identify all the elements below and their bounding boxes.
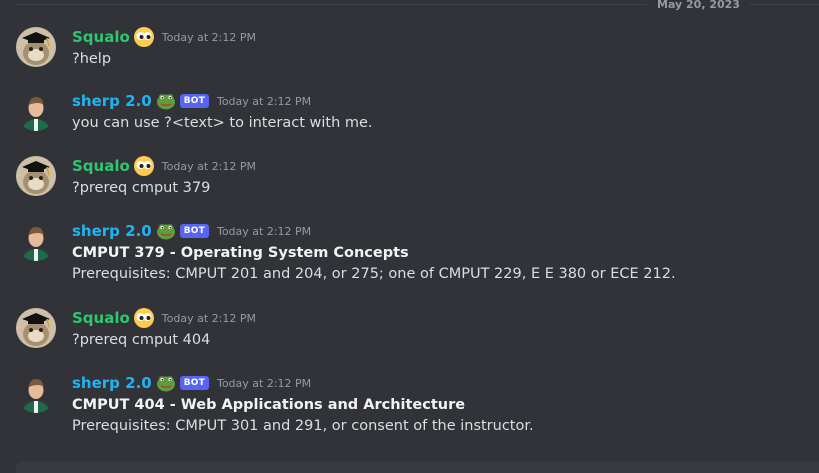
chat-messages: May 20, 2023 Squalo Today at 2:12 PM ?he… (0, 0, 819, 473)
message-text: ?prereq cmput 404 (72, 332, 211, 348)
bot-tag: BOT (179, 94, 209, 108)
course-title: CMPUT 404 - Web Applications and Archite… (72, 397, 466, 413)
username[interactable]: sherp 2.0 (72, 92, 152, 110)
avatar-squalo[interactable] (16, 156, 56, 196)
date-divider: May 20, 2023 (16, 0, 819, 10)
message-content: ?help (72, 49, 111, 70)
message-timestamp[interactable]: Today at 2:12 PM (162, 31, 256, 44)
sherp-avatar-image (16, 373, 56, 413)
date-divider-label: May 20, 2023 (647, 0, 750, 10)
squalo-avatar-image (16, 156, 56, 196)
message-text: ?prereq cmput 379 (72, 180, 211, 196)
googly-eyes-emoji-icon (133, 156, 154, 176)
message-content: you can use ?<text> to interact with me. (72, 113, 373, 134)
message-timestamp[interactable]: Today at 2:12 PM (217, 95, 311, 108)
message-timestamp[interactable]: Today at 2:12 PM (217, 225, 311, 238)
googly-eyes-emoji-icon (133, 27, 154, 47)
googly-eyes-emoji-icon (133, 308, 154, 328)
username[interactable]: sherp 2.0 (72, 374, 152, 392)
course-title: CMPUT 379 - Operating System Concepts (72, 245, 409, 261)
frog-emoji-icon (156, 373, 176, 393)
avatar-sherp[interactable] (16, 373, 56, 413)
avatar-squalo[interactable] (16, 27, 56, 67)
message-timestamp[interactable]: Today at 2:12 PM (162, 160, 256, 173)
avatar-squalo[interactable] (16, 308, 56, 348)
sherp-avatar-image (16, 221, 56, 261)
avatar-sherp[interactable] (16, 221, 56, 261)
message-content: CMPUT 404 - Web Applications and Archite… (72, 395, 534, 437)
username[interactable]: Squalo (72, 28, 130, 46)
message-text: Prerequisites: CMPUT 201 and 204, or 275… (72, 266, 676, 282)
frog-emoji-icon (156, 91, 176, 111)
squalo-avatar-image (16, 308, 56, 348)
sherp-avatar-image (16, 91, 56, 131)
message-content: ?prereq cmput 379 (72, 178, 210, 199)
squalo-avatar-image (16, 27, 56, 67)
message-text: Prerequisites: CMPUT 301 and 291, or con… (72, 418, 534, 434)
message-timestamp[interactable]: Today at 2:12 PM (217, 377, 311, 390)
username[interactable]: Squalo (72, 309, 130, 327)
message-content: CMPUT 379 - Operating System Concepts Pr… (72, 243, 676, 285)
message-text: ?help (72, 51, 112, 67)
message-text: you can use ?<text> to interact with me. (72, 115, 373, 131)
message-timestamp[interactable]: Today at 2:12 PM (162, 312, 256, 325)
bot-tag: BOT (179, 224, 209, 238)
frog-emoji-icon (156, 221, 176, 241)
username[interactable]: Squalo (72, 157, 130, 175)
bot-tag: BOT (179, 376, 209, 390)
message-input[interactable] (16, 461, 819, 473)
avatar-sherp[interactable] (16, 91, 56, 131)
message-content: ?prereq cmput 404 (72, 330, 210, 351)
username[interactable]: sherp 2.0 (72, 222, 152, 240)
